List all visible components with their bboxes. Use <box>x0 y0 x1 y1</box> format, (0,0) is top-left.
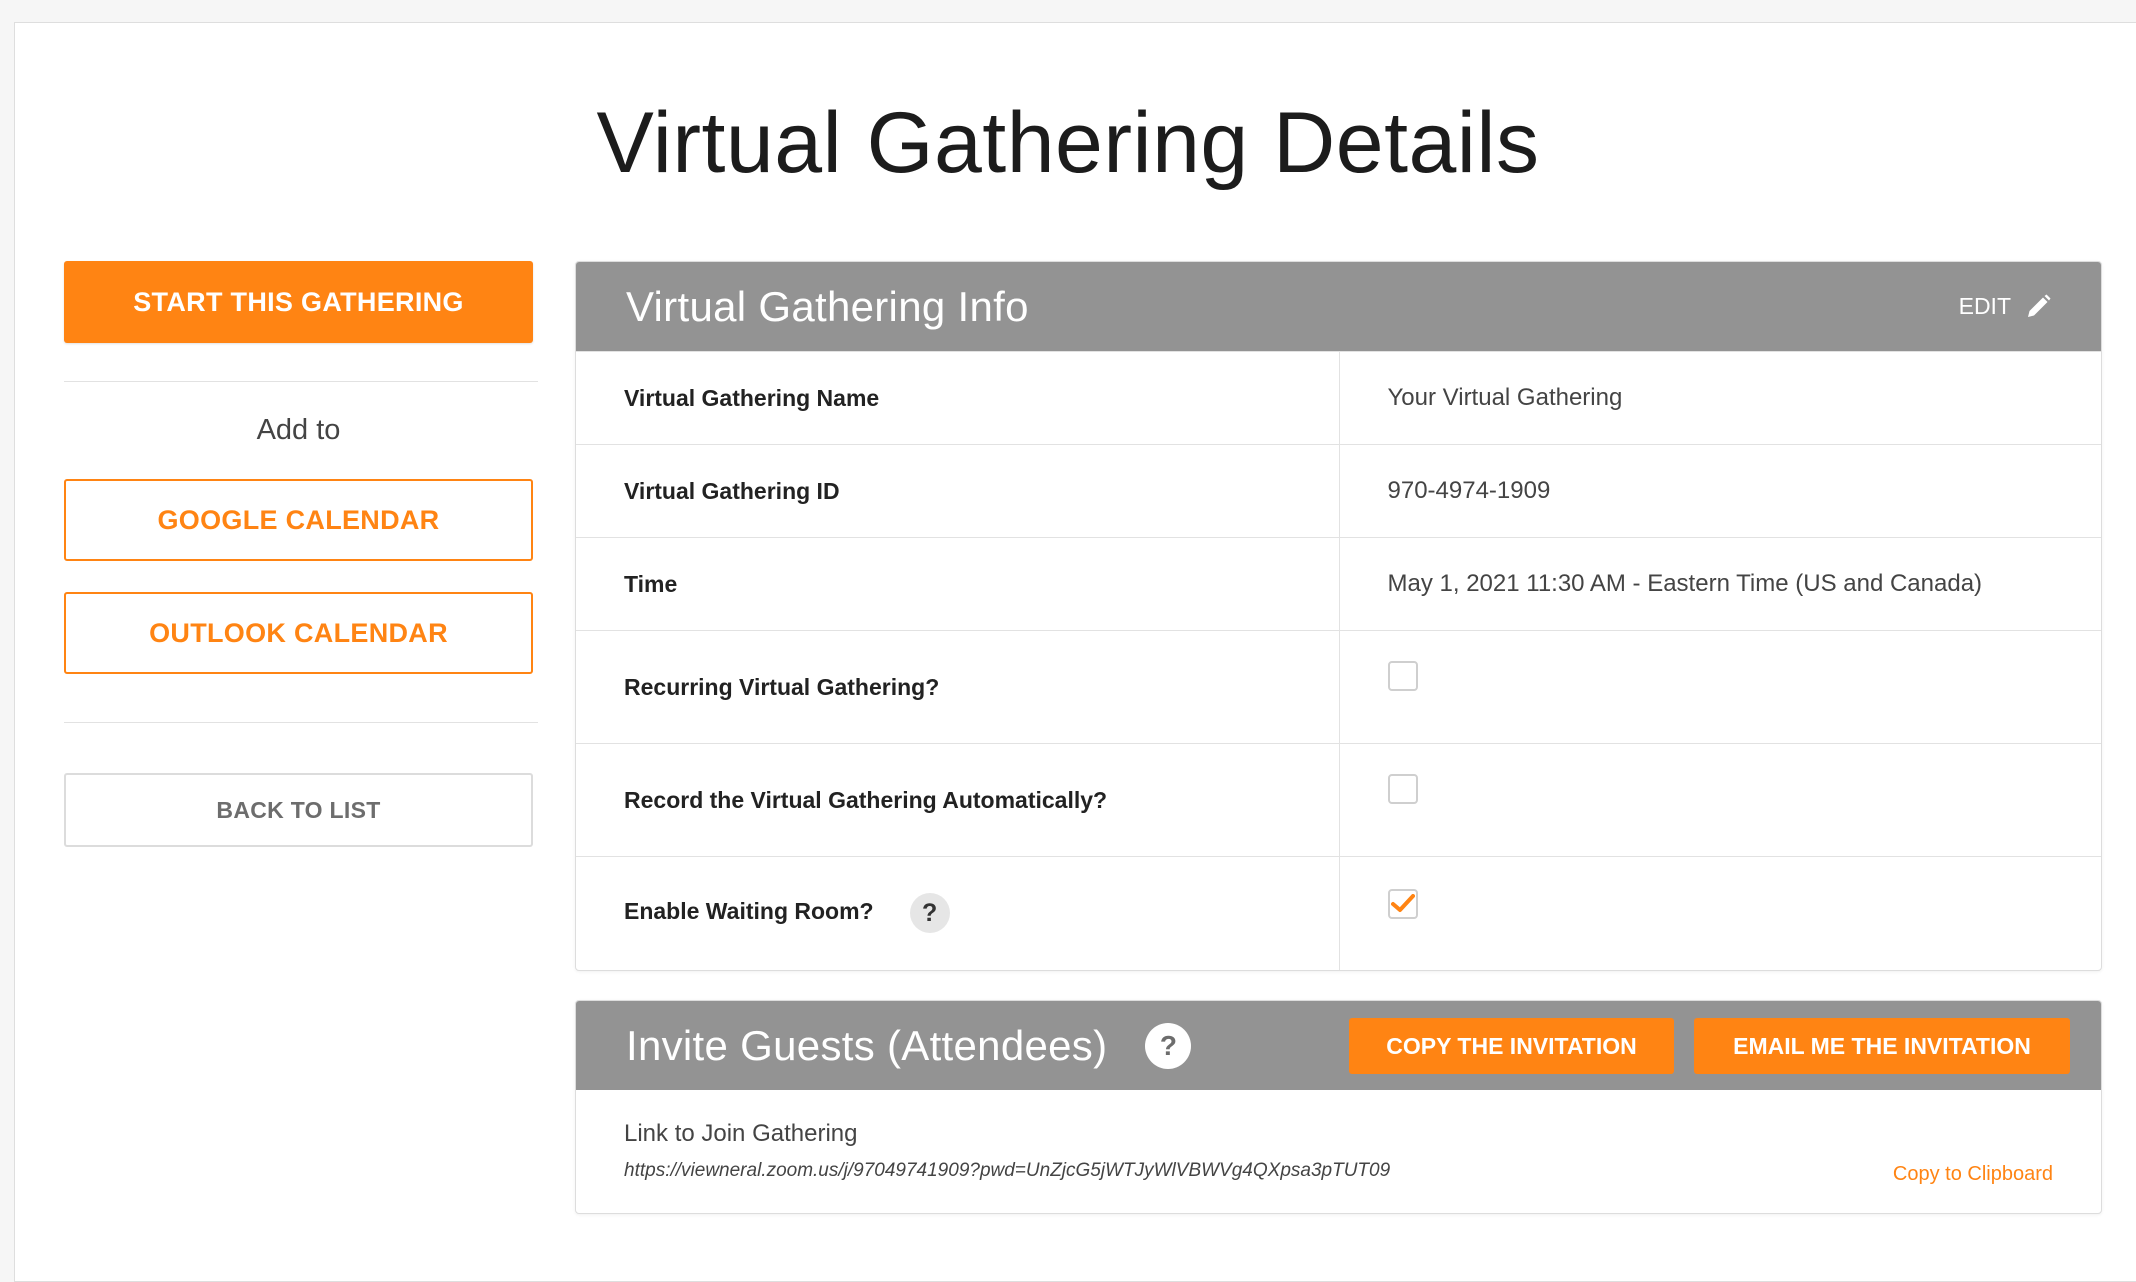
table-row: Enable Waiting Room?? <box>576 856 2101 970</box>
table-row: Virtual Gathering Name Your Virtual Gath… <box>576 351 2101 445</box>
google-calendar-button[interactable]: GOOGLE CALENDAR <box>64 479 533 561</box>
row-label: Virtual Gathering Name <box>576 351 1340 445</box>
record-cell <box>1339 743 2101 857</box>
recurring-checkbox[interactable] <box>1387 660 1418 691</box>
sidebar-divider <box>64 722 538 723</box>
join-link-url[interactable]: https://viewneral.zoom.us/j/97049741909?… <box>624 1160 2053 1182</box>
invite-body: Link to Join Gathering https://viewneral… <box>576 1090 2101 1185</box>
row-label: Virtual Gathering ID <box>576 444 1340 538</box>
sidebar-divider <box>64 381 538 382</box>
gathering-id-value: 970-4974-1909 <box>1339 444 2101 538</box>
table-row: Record the Virtual Gathering Automatical… <box>576 743 2101 857</box>
question-icon[interactable]: ? <box>1145 1022 1192 1069</box>
page-title: Virtual Gathering Details <box>596 95 1540 191</box>
row-label: Record the Virtual Gathering Automatical… <box>576 743 1340 857</box>
record-checkbox[interactable] <box>1387 773 1418 804</box>
gathering-info-table: Virtual Gathering Name Your Virtual Gath… <box>576 351 2101 970</box>
table-row: Recurring Virtual Gathering? <box>576 630 2101 744</box>
join-link-label: Link to Join Gathering <box>624 1120 858 1147</box>
start-gathering-button[interactable]: START THIS GATHERING <box>64 261 533 343</box>
row-label: Enable Waiting Room? <box>624 898 874 925</box>
sidebar: START THIS GATHERING Add to GOOGLE CALEN… <box>64 261 538 847</box>
waiting-room-checkbox[interactable] <box>1387 889 1418 920</box>
question-icon[interactable]: ? <box>909 893 950 934</box>
recurring-cell <box>1339 630 2101 744</box>
add-to-label: Add to <box>256 414 341 446</box>
gathering-info-header: Virtual Gathering Info EDIT <box>576 262 2101 351</box>
invite-guests-panel: Invite Guests (Attendees) ? COPY THE INV… <box>575 1000 2102 1214</box>
checkmark-icon <box>1390 894 1415 913</box>
pencil-icon <box>2025 294 2051 320</box>
table-row: Time May 1, 2021 11:30 AM - Eastern Time… <box>576 537 2101 631</box>
row-label: Time <box>576 537 1340 631</box>
waiting-room-label-cell: Enable Waiting Room?? <box>576 856 1340 970</box>
outlook-calendar-button[interactable]: OUTLOOK CALENDAR <box>64 592 533 674</box>
edit-button[interactable]: EDIT <box>1959 262 2051 351</box>
waiting-room-cell <box>1339 856 2101 970</box>
time-value: May 1, 2021 11:30 AM - Eastern Time (US … <box>1339 537 2101 631</box>
gathering-info-panel: Virtual Gathering Info EDIT Virtual Gath… <box>575 261 2102 971</box>
copy-to-clipboard-link[interactable]: Copy to Clipboard <box>1893 1163 2053 1186</box>
invite-guests-header: Invite Guests (Attendees) ? COPY THE INV… <box>576 1001 2101 1090</box>
invite-guests-title: Invite Guests (Attendees) <box>626 1021 1108 1069</box>
email-invitation-button[interactable]: EMAIL ME THE INVITATION <box>1694 1018 2070 1074</box>
table-row: Virtual Gathering ID 970-4974-1909 <box>576 444 2101 538</box>
copy-invitation-button[interactable]: COPY THE INVITATION <box>1349 1018 1674 1074</box>
gathering-info-title: Virtual Gathering Info <box>626 282 1029 330</box>
back-to-list-button[interactable]: BACK TO LIST <box>64 773 533 847</box>
edit-label: EDIT <box>1958 293 2011 319</box>
gathering-name-value: Your Virtual Gathering <box>1339 351 2101 445</box>
row-label: Recurring Virtual Gathering? <box>576 630 1340 744</box>
